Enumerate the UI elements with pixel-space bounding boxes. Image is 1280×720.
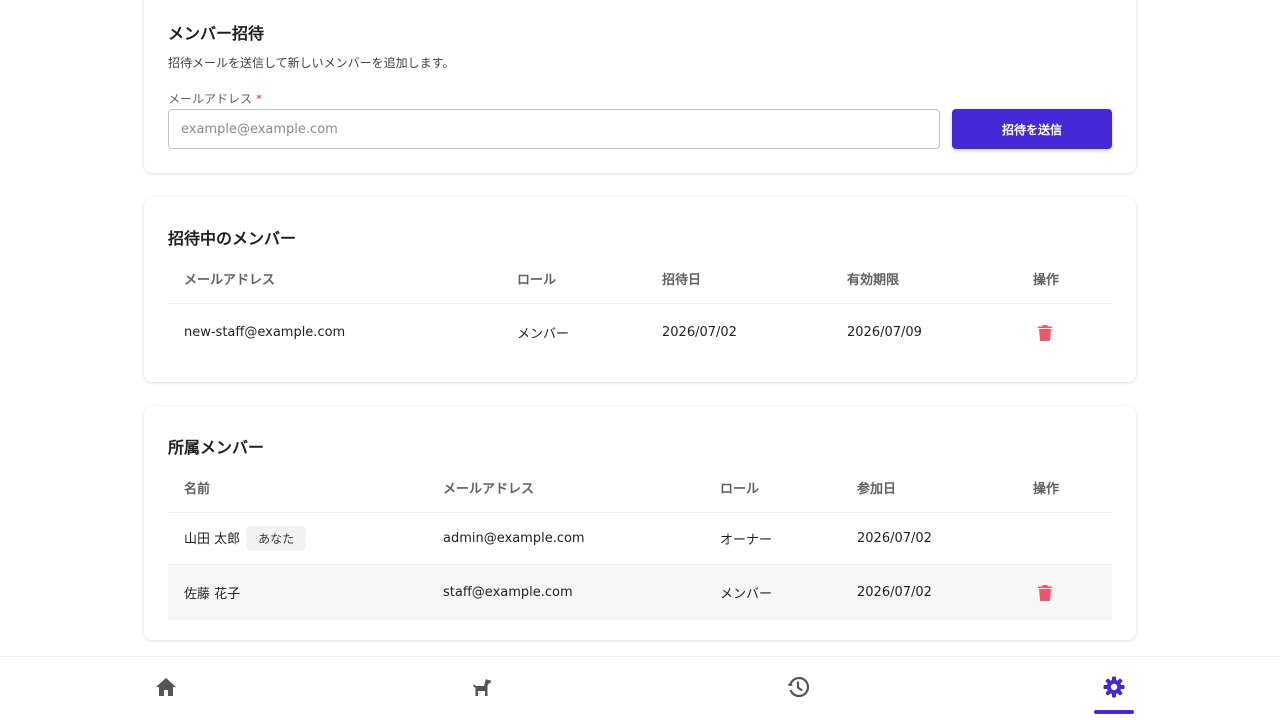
members-card: 所属メンバー 名前 メールアドレス ロール 参加日 操作 山田 太郎 あなた ad… <box>144 406 1136 640</box>
col-actions: 操作 <box>1017 464 1112 513</box>
members-table: 名前 メールアドレス ロール 参加日 操作 山田 太郎 あなた admin@exa… <box>168 464 1112 620</box>
pending-email: new-staff@example.com <box>184 324 346 340</box>
required-mark: * <box>256 92 263 106</box>
col-email: メールアドレス <box>168 255 501 304</box>
email-field-label: メールアドレス * <box>168 90 262 107</box>
send-invite-button[interactable]: 招待を送信 <box>952 109 1112 149</box>
nav-dogs[interactable] <box>452 657 512 720</box>
col-role: ロール <box>501 255 646 304</box>
trash-icon[interactable] <box>1033 580 1057 604</box>
table-row: 山田 太郎 あなた admin@example.com オーナー 2026/07/… <box>168 512 1112 564</box>
pending-expires-date: 2026/07/09 <box>847 324 922 340</box>
member-email: admin@example.com <box>443 530 585 546</box>
invite-card: メンバー招待 招待メールを送信して新しいメンバーを追加します。 メールアドレス *… <box>144 0 1136 173</box>
member-joined-date: 2026/07/02 <box>857 584 932 600</box>
col-role: ロール <box>704 464 841 513</box>
col-expires: 有効期限 <box>831 255 1017 304</box>
bottom-nav <box>0 656 1280 720</box>
nav-history[interactable] <box>768 657 828 720</box>
table-row: 佐藤 花子 staff@example.com メンバー 2026/07/02 <box>168 564 1112 620</box>
pending-title: 招待中のメンバー <box>168 229 297 248</box>
member-name: 佐藤 花子 <box>184 586 241 602</box>
pending-actions <box>1017 303 1112 361</box>
pending-invites-card: 招待中のメンバー メールアドレス ロール 招待日 有効期限 操作 new-sta… <box>144 197 1136 382</box>
member-joined-date: 2026/07/02 <box>857 530 932 546</box>
col-actions: 操作 <box>1017 255 1112 304</box>
member-actions <box>1017 564 1112 620</box>
member-role: オーナー <box>720 532 773 548</box>
col-invited: 招待日 <box>646 255 831 304</box>
pending-role: メンバー <box>517 326 570 342</box>
settings-icon <box>1103 676 1125 702</box>
pending-table: メールアドレス ロール 招待日 有効期限 操作 new-staff@exampl… <box>168 255 1112 361</box>
table-row: new-staff@example.com メンバー 2026/07/02 20… <box>168 303 1112 361</box>
dog-icon <box>471 677 493 701</box>
email-input[interactable] <box>168 109 940 149</box>
active-indicator <box>1094 710 1134 714</box>
you-badge: あなた <box>246 525 307 551</box>
email-label-text: メールアドレス <box>168 92 253 106</box>
nav-home[interactable] <box>136 657 196 720</box>
member-email: staff@example.com <box>443 584 573 600</box>
member-actions <box>1017 512 1112 564</box>
col-name: 名前 <box>168 464 427 513</box>
invite-title: メンバー招待 <box>168 24 265 43</box>
members-title: 所属メンバー <box>168 438 265 457</box>
col-joined: 参加日 <box>841 464 1017 513</box>
col-email: メールアドレス <box>427 464 704 513</box>
trash-icon[interactable] <box>1033 320 1057 344</box>
history-icon <box>787 676 810 702</box>
invite-subtitle: 招待メールを送信して新しいメンバーを追加します。 <box>168 56 455 70</box>
pending-invited-date: 2026/07/02 <box>662 324 737 340</box>
member-name-cell: 山田 太郎 あなた <box>168 512 427 564</box>
members-header-row: 名前 メールアドレス ロール 参加日 操作 <box>168 464 1112 513</box>
pending-header-row: メールアドレス ロール 招待日 有効期限 操作 <box>168 255 1112 304</box>
home-icon <box>155 677 177 701</box>
member-name: 山田 太郎 <box>184 531 241 547</box>
member-role: メンバー <box>720 586 773 602</box>
nav-settings[interactable] <box>1084 657 1144 720</box>
